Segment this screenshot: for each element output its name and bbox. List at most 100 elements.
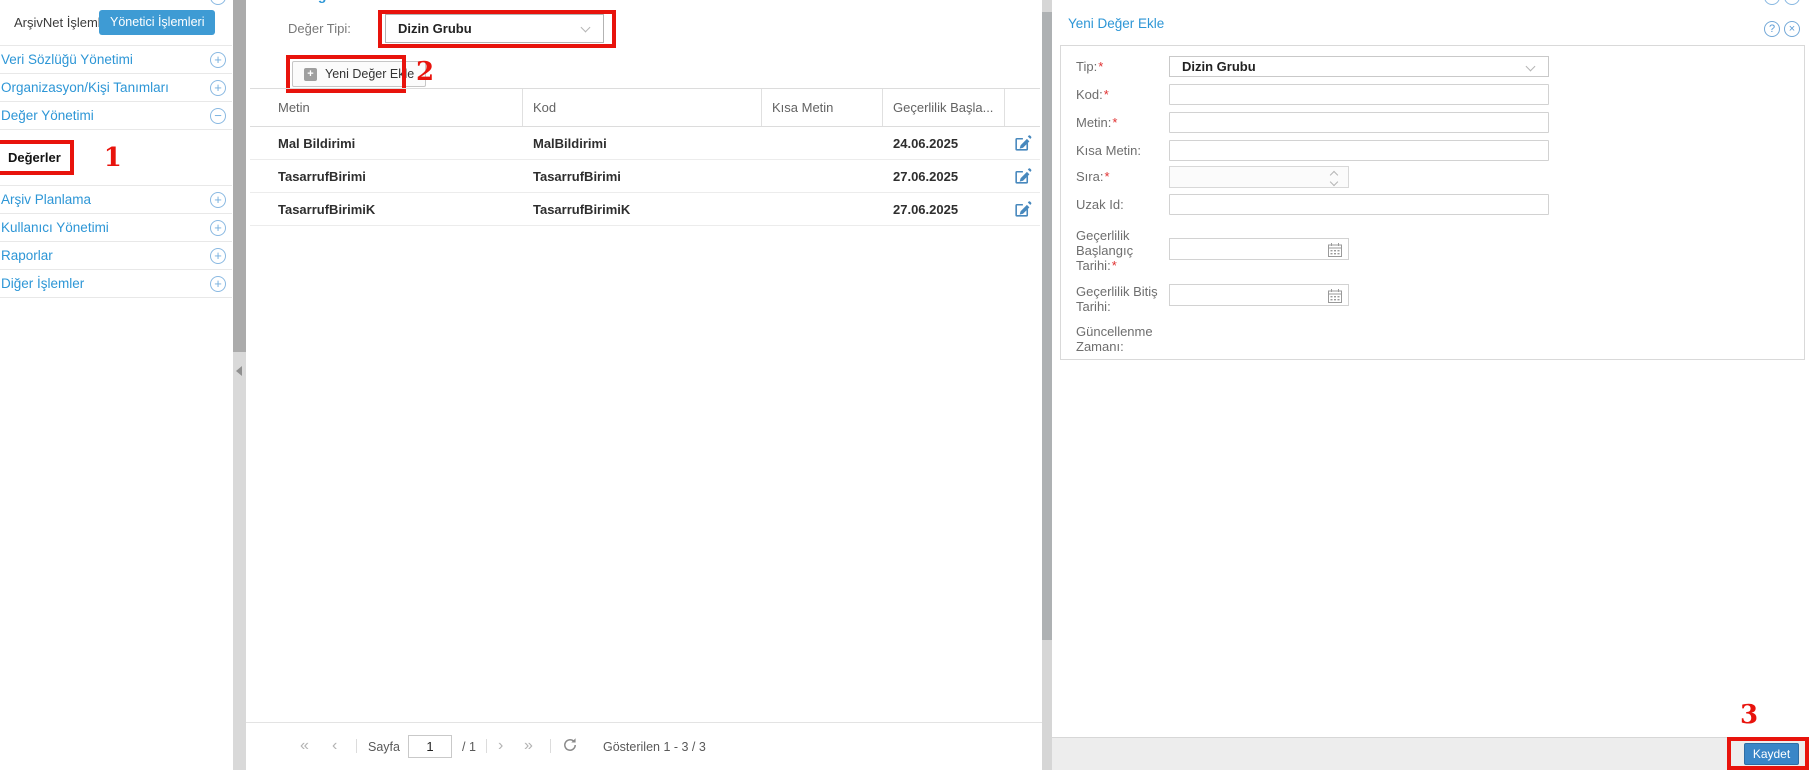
sidebar-item-deger-yonetimi[interactable]: Değer Yönetimi − — [0, 102, 232, 130]
deger-tipi-label: Değer Tipi: — [288, 21, 351, 36]
refresh-icon[interactable] — [562, 737, 578, 756]
sidebar-item-label: Veri Sözlüğü Yönetimi — [0, 52, 133, 67]
sidebar-item-raporlar[interactable]: Raporlar + — [0, 242, 232, 270]
required-marker: * — [1104, 169, 1109, 184]
edit-row-icon[interactable] — [1013, 134, 1032, 153]
panel-title: Yeni Değer Ekle — [1068, 16, 1164, 31]
table-row[interactable]: TasarrufBirimi TasarrufBirimi 27.06.2025 — [250, 160, 1040, 193]
required-marker: * — [1104, 87, 1109, 102]
field-label: Geçerlilik Başlangıç Tarihi:* — [1076, 228, 1176, 273]
deger-tipi-value: Dizin Grubu — [398, 21, 472, 36]
kod-input[interactable] — [1169, 84, 1549, 105]
first-page-icon[interactable]: « — [300, 736, 309, 756]
column-header-kod[interactable]: Kod — [523, 89, 762, 126]
required-marker: * — [1098, 59, 1103, 74]
help-icon[interactable]: ? — [1764, 21, 1780, 37]
divider — [356, 739, 357, 753]
uzak-id-input[interactable] — [1169, 194, 1549, 215]
gecerlilik-bitis-tarihi-date-input[interactable] — [1169, 284, 1349, 306]
field-control — [1169, 166, 1349, 188]
next-page-icon[interactable]: › — [498, 736, 503, 756]
cell-metin: TasarrufBirimiK — [250, 193, 523, 225]
edit-row-icon[interactable] — [1013, 200, 1032, 219]
select-value: Dizin Grubu — [1182, 59, 1256, 74]
column-header-actions — [1005, 89, 1040, 126]
new-value-form-panel: Yeni Değer Ekle ? × Tip:* Dizin Grubu Ko… — [1052, 0, 1809, 770]
sidebar-item-kullanici-yonetimi[interactable]: Kullanıcı Yönetimi + — [0, 214, 232, 242]
field-label: Güncellenme Zamanı: — [1076, 324, 1176, 354]
field-control — [1169, 84, 1549, 105]
edit-row-icon[interactable] — [1013, 167, 1032, 186]
spinner-down-icon[interactable] — [1330, 178, 1338, 186]
last-page-icon[interactable]: » — [524, 736, 533, 756]
panel-scrollbar-thumb[interactable] — [1042, 12, 1052, 640]
table-row[interactable]: TasarrufBirimiK TasarrufBirimiK 27.06.20… — [250, 193, 1040, 226]
field-control — [1169, 238, 1349, 260]
sidebar-item-label: Organizasyon/Kişi Tanımları — [0, 80, 169, 95]
sidebar-nav: Veri Sözlüğü Yönetimi + Organizasyon/Kiş… — [0, 45, 232, 298]
calendar-icon[interactable] — [1327, 242, 1343, 261]
sira-spinner[interactable] — [1169, 166, 1349, 188]
sidebar-splitter[interactable] — [233, 0, 246, 770]
cell-gecerlilik-baslangic: 27.06.2025 — [883, 160, 1005, 192]
cell-kod: TasarrufBirimiK — [523, 193, 762, 225]
field-label: Uzak Id: — [1076, 197, 1176, 212]
table-row[interactable]: Mal Bildirimi MalBildirimi 24.06.2025 — [250, 127, 1040, 160]
plus-circle-icon[interactable]: + — [210, 220, 226, 236]
new-value-form: Tip:* Dizin Grubu Kod:* Metin:* Kısa Met… — [1060, 45, 1805, 360]
field-control — [1169, 140, 1549, 161]
sidebar-item-degerler[interactable]: Değerler 1 — [0, 130, 232, 186]
gecerlilik-baslangic-tarihi-date-input[interactable] — [1169, 238, 1349, 260]
plus-circle-icon[interactable]: + — [210, 276, 226, 292]
cell-kisa-metin — [762, 160, 883, 192]
column-header-gec[interactable]: Geçerlilik Başla... — [883, 89, 1005, 126]
sidebar-scrollbar-thumb[interactable] — [233, 0, 246, 352]
plus-circle-icon[interactable]: + — [210, 52, 226, 68]
annotation-number-1: 1 — [104, 145, 122, 171]
sidebar-item-diger-islemler[interactable]: Diğer İşlemler + — [0, 270, 232, 298]
required-marker: * — [1112, 258, 1117, 273]
sidebar-item-label: Kullanıcı Yönetimi — [0, 220, 109, 235]
cell-kisa-metin — [762, 127, 883, 159]
cell-gecerlilik-baslangic: 24.06.2025 — [883, 127, 1005, 159]
pagination-bar: « ‹ Sayfa / 1 › » Gösterilen 1 - 3 / 3 — [246, 722, 1042, 770]
plus-circle-icon[interactable]: + — [210, 80, 226, 96]
close-icon[interactable]: × — [1784, 21, 1800, 37]
sidebar-item-label: Raporlar — [0, 248, 53, 263]
plus-circle-icon[interactable]: + — [210, 248, 226, 264]
sidebar-item-organizasyon-kisi-tanimlari[interactable]: Organizasyon/Kişi Tanımları + — [0, 74, 232, 102]
plus-circle-icon[interactable]: + — [210, 192, 226, 208]
panel-footer — [1052, 737, 1809, 770]
collapse-left-icon[interactable] — [236, 366, 242, 376]
clipped-close-icon — [1784, 0, 1800, 5]
tip-select[interactable]: Dizin Grubu — [1169, 56, 1549, 77]
deger-tipi-select[interactable]: Dizin Grubu — [385, 14, 604, 43]
page-number-input[interactable] — [408, 735, 452, 758]
panel-splitter[interactable] — [1042, 0, 1052, 770]
column-header-metin[interactable]: Metin — [250, 89, 523, 126]
sidebar-item-label: Değerler — [7, 150, 61, 165]
divider — [486, 739, 487, 753]
cell-kod: TasarrufBirimi — [523, 160, 762, 192]
annotation-number-2: 2 — [416, 57, 434, 87]
cell-metin: Mal Bildirimi — [250, 127, 523, 159]
minus-circle-icon[interactable]: − — [210, 108, 226, 124]
field-label: Metin:* — [1076, 115, 1176, 130]
yeni-deger-ekle-button[interactable]: + Yeni Değer Ekle — [292, 61, 426, 87]
tab-yonetici-islemleri[interactable]: Yönetici İşlemleri — [99, 10, 215, 35]
calendar-icon[interactable] — [1327, 288, 1343, 307]
table-body: Mal Bildirimi MalBildirimi 24.06.2025 Ta… — [250, 127, 1040, 226]
prev-page-icon[interactable]: ‹ — [332, 736, 337, 756]
sidebar-item-veri-sozlugu-yonetimi[interactable]: Veri Sözlüğü Yönetimi + — [0, 46, 232, 74]
kaydet-button[interactable]: Kaydet — [1744, 743, 1799, 765]
sayfa-label: Sayfa — [368, 740, 400, 754]
column-header-kisa[interactable]: Kısa Metin — [762, 89, 883, 126]
chevron-down-icon — [581, 23, 591, 33]
sidebar: ArşivNet İşlemleri Yönetici İşlemleri Ve… — [0, 0, 232, 770]
cell-gecerlilik-baslangic: 27.06.2025 — [883, 193, 1005, 225]
metin-input[interactable] — [1169, 112, 1549, 133]
plus-icon: + — [304, 68, 317, 81]
sidebar-item-arsiv-planlama[interactable]: Arşiv Planlama + — [0, 186, 232, 214]
kisa-metin-input[interactable] — [1169, 140, 1549, 161]
clipped-page-title: Değerler — [300, 0, 357, 4]
